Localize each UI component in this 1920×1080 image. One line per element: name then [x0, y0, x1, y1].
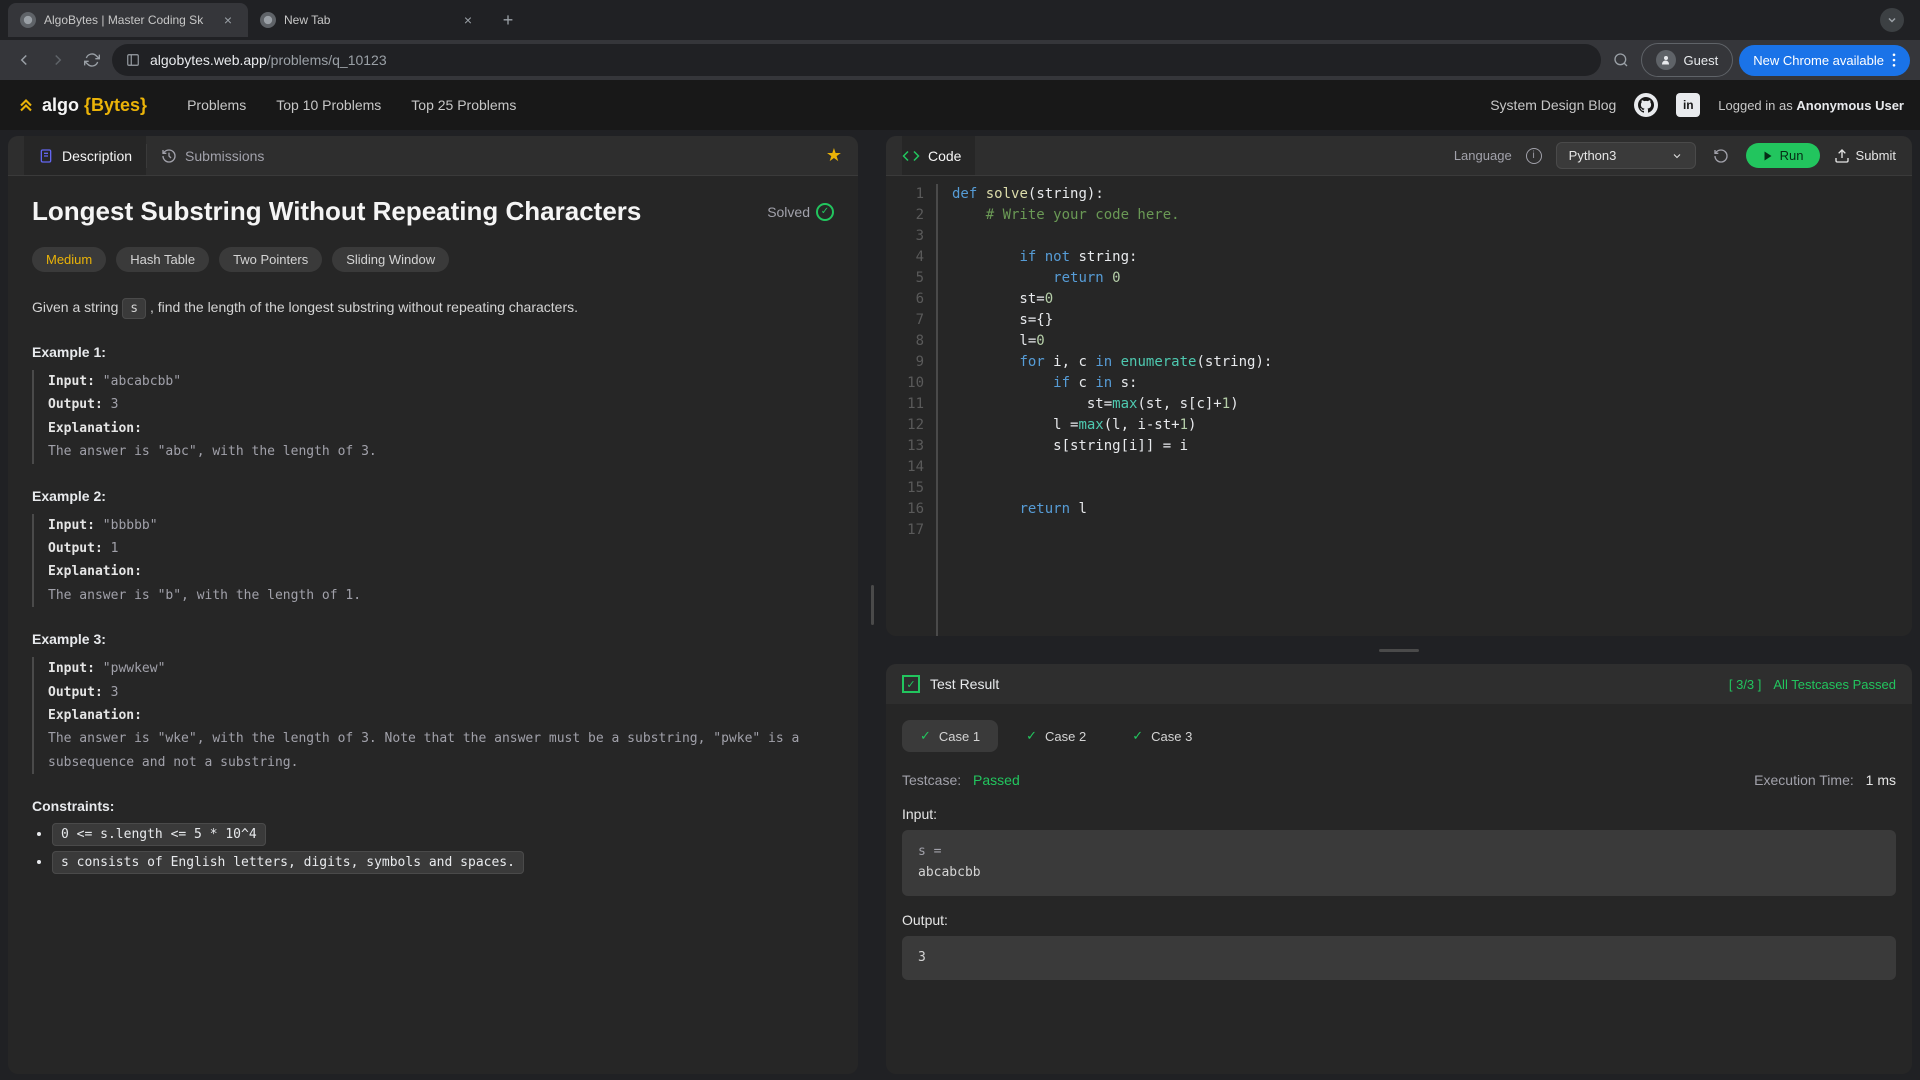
code-editor[interactable]: 1234567891011121314151617 def solve(stri… [886, 176, 1912, 636]
favicon-icon [260, 12, 276, 28]
app-header: algo {Bytes} Problems Top 10 Problems To… [0, 80, 1920, 130]
zoom-icon[interactable] [1607, 46, 1635, 74]
output-label: Output: [902, 912, 1896, 928]
play-icon [1762, 150, 1774, 162]
constraints-heading: Constraints: [32, 798, 834, 814]
check-icon: ✓ [920, 728, 931, 744]
testcase-label: Testcase: [902, 772, 961, 788]
topic-tag[interactable]: Two Pointers [219, 247, 322, 272]
new-chrome-button[interactable]: New Chrome available [1739, 45, 1910, 76]
output-box: 3 [902, 936, 1896, 981]
check-icon: ✓ [1132, 728, 1143, 744]
code-panel: Code Language i Python3 Run [886, 136, 1912, 636]
browser-tab-0[interactable]: AlgoBytes | Master Coding Sk × [8, 3, 248, 37]
check-icon: ✓ [1026, 728, 1037, 744]
example-1: Example 1: Input: "abcabcbb" Output: 3 E… [32, 344, 834, 464]
upload-icon [1834, 148, 1850, 164]
difficulty-tag[interactable]: Medium [32, 247, 106, 272]
document-icon [38, 148, 54, 164]
case-tab-1[interactable]: ✓ Case 1 [902, 720, 998, 752]
logo-icon [16, 93, 36, 118]
horizontal-resize-handle[interactable] [868, 136, 876, 1074]
avatar-icon [1656, 50, 1676, 70]
exec-time-label: Execution Time: [1754, 772, 1854, 788]
result-panel: ✓ Test Result [ 3/3 ] All Testcases Pass… [886, 664, 1912, 1074]
input-label: Input: [902, 806, 1896, 822]
close-icon[interactable]: × [460, 12, 476, 28]
tab-title: AlgoBytes | Master Coding Sk [44, 13, 203, 27]
example-3: Example 3: Input: "pwwkew" Output: 3 Exp… [32, 631, 834, 774]
chevron-down-icon [1671, 150, 1683, 162]
case-tab-3[interactable]: ✓ Case 3 [1114, 720, 1210, 752]
problem-description: Given a string s , find the length of th… [32, 296, 834, 320]
close-icon[interactable]: × [220, 12, 236, 28]
language-select[interactable]: Python3 [1556, 142, 1696, 169]
result-summary: [ 3/3 ] All Testcases Passed [1729, 677, 1896, 692]
topic-tag[interactable]: Sliding Window [332, 247, 449, 272]
tab-description[interactable]: Description [24, 136, 146, 175]
example-2: Example 2: Input: "bbbbb" Output: 1 Expl… [32, 488, 834, 608]
problem-title: Longest Substring Without Repeating Char… [32, 196, 641, 227]
nav-top25[interactable]: Top 25 Problems [411, 97, 516, 113]
reset-icon[interactable] [1710, 145, 1732, 167]
history-icon [161, 148, 177, 164]
testcase-status: Passed [973, 772, 1020, 788]
system-design-link[interactable]: System Design Blog [1490, 97, 1616, 113]
tab-title: New Tab [284, 13, 330, 27]
nav-problems[interactable]: Problems [187, 97, 246, 113]
url-bar[interactable]: algobytes.web.app/problems/q_10123 [112, 44, 1601, 76]
logo[interactable]: algo {Bytes} [16, 93, 147, 118]
topic-tag[interactable]: Hash Table [116, 247, 209, 272]
vertical-resize-handle[interactable] [886, 646, 1912, 654]
favicon-icon [20, 12, 36, 28]
language-label: Language [1454, 148, 1512, 163]
new-tab-button[interactable]: + [494, 6, 522, 34]
run-button[interactable]: Run [1746, 143, 1820, 168]
code-icon [902, 147, 920, 165]
tab-code[interactable]: Code [902, 136, 975, 175]
nav-top10[interactable]: Top 10 Problems [276, 97, 381, 113]
logo-text: algo {Bytes} [42, 95, 147, 116]
submit-button[interactable]: Submit [1834, 148, 1896, 164]
description-panel: Description Submissions ★ Longest Substr… [8, 136, 858, 1074]
input-box: s = abcabcbb [902, 830, 1896, 896]
more-icon [1892, 53, 1896, 67]
exec-time-value: 1 ms [1866, 772, 1896, 788]
logged-in-status: Logged in as Anonymous User [1718, 98, 1904, 113]
line-numbers: 1234567891011121314151617 [886, 184, 936, 636]
url-text: algobytes.web.app/problems/q_10123 [150, 52, 387, 68]
check-circle-icon: ✓ [816, 203, 834, 221]
info-icon[interactable]: i [1526, 148, 1542, 164]
case-tab-2[interactable]: ✓ Case 2 [1008, 720, 1104, 752]
back-button[interactable] [10, 46, 38, 74]
linkedin-icon[interactable]: in [1676, 93, 1700, 117]
github-icon[interactable] [1634, 93, 1658, 117]
result-title: ✓ Test Result [902, 675, 999, 693]
tab-submissions[interactable]: Submissions [147, 136, 278, 175]
reload-button[interactable] [78, 46, 106, 74]
browser-tab-1[interactable]: New Tab × [248, 3, 488, 37]
check-icon: ✓ [902, 675, 920, 693]
site-settings-icon [126, 53, 140, 67]
star-icon[interactable]: ★ [826, 145, 842, 166]
solved-badge: Solved ✓ [767, 203, 834, 221]
constraints-list: 0 <= s.length <= 5 * 10^4 s consists of … [32, 826, 834, 870]
window-menu-icon[interactable] [1880, 8, 1904, 32]
guest-profile-button[interactable]: Guest [1641, 43, 1734, 77]
forward-button[interactable] [44, 46, 72, 74]
